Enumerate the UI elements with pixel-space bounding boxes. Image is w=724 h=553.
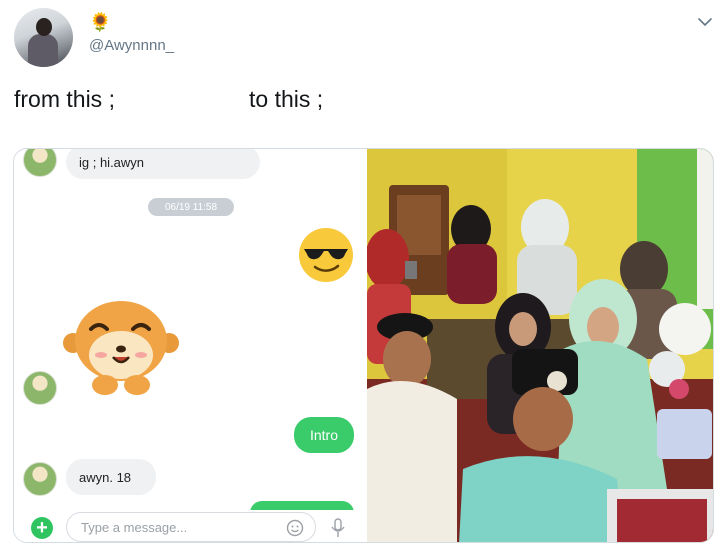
incoming-message-bubble: awyn. 18: [66, 459, 156, 495]
ceremony-photo-illustration: [367, 149, 713, 542]
chat-avatar: [23, 371, 57, 405]
outgoing-message-bubble: Intro: [294, 417, 354, 453]
profile-avatar[interactable]: [14, 8, 73, 67]
user-handle[interactable]: @Awynnnn_: [89, 37, 174, 54]
chat-timestamp: 06/19 11:58: [148, 198, 234, 216]
tweet-text-right: to this ;: [249, 86, 324, 112]
incoming-message-text: ig ; hi.awyn: [79, 154, 145, 170]
chevron-down-icon[interactable]: [697, 14, 713, 30]
avatar-figure-body: [28, 34, 58, 67]
ceremony-photo: [367, 149, 713, 542]
microphone-icon[interactable]: [330, 518, 346, 538]
message-input[interactable]: [66, 512, 316, 542]
outgoing-message-text: Intro: [309, 427, 338, 443]
chat-avatar: [23, 462, 57, 496]
incoming-message-bubble: ig ; hi.awyn: [66, 149, 260, 179]
message-input-bar: +: [14, 510, 366, 542]
sunglasses-emoji-icon: [299, 228, 353, 282]
monkey-sticker-icon: [63, 301, 179, 395]
incoming-message-text: awyn. 18: [79, 469, 132, 485]
display-name[interactable]: 🌻: [89, 12, 111, 32]
avatar-figure-head: [36, 18, 52, 36]
chat-avatar: [23, 149, 57, 177]
tweet-text-left: from this ;: [14, 86, 115, 112]
tweet-media[interactable]: ig ; hi.awyn 06/19 11:58 Intro awyn. 18 …: [13, 148, 714, 543]
plus-icon[interactable]: +: [31, 517, 53, 539]
chat-screenshot: ig ; hi.awyn 06/19 11:58 Intro awyn. 18 …: [14, 149, 366, 542]
smiley-icon[interactable]: [286, 519, 304, 537]
